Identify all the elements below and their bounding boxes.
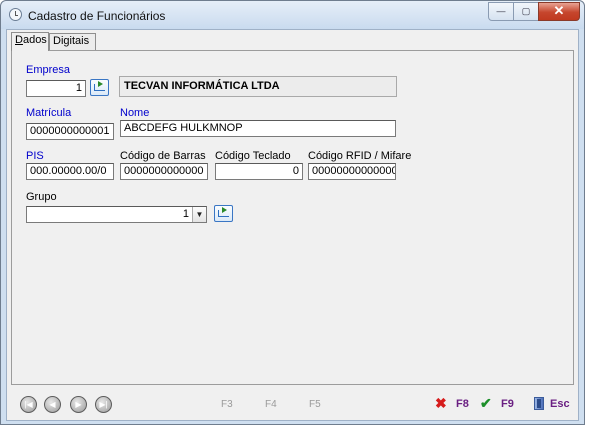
codigo-rfid-label: Código RFID / Mifare	[308, 150, 412, 162]
matricula-input[interactable]: 0000000000001	[26, 123, 114, 140]
nome-label: Nome	[120, 107, 150, 119]
tab-dados-accelerator: D	[15, 34, 23, 46]
clock-app-icon	[9, 8, 22, 21]
grupo-value: 1	[182, 208, 189, 220]
tab-digitais[interactable]: Digitais	[49, 33, 96, 50]
chevron-down-icon[interactable]: ▼	[192, 207, 206, 222]
window-title: Cadastro de Funcionários	[28, 9, 166, 23]
grupo-lookup-button[interactable]	[214, 205, 233, 222]
f5-key-label[interactable]: F5	[309, 399, 321, 410]
lookup-arrow-icon	[94, 81, 105, 91]
tab-dados[interactable]: Dados	[11, 32, 49, 51]
f4-key-label[interactable]: F4	[265, 399, 277, 410]
save-f9-button[interactable]: F9	[501, 398, 514, 410]
first-record-button[interactable]: |◀	[20, 396, 37, 413]
previous-record-button[interactable]: ◀	[44, 396, 61, 413]
pis-label: PIS	[26, 150, 44, 162]
next-record-button[interactable]: ▶	[70, 396, 87, 413]
client-area: Dados Digitais Empresa 1 TECVAN INFORMÁT…	[6, 29, 579, 421]
codigo-barras-label: Código de Barras	[120, 150, 206, 162]
codigo-barras-input[interactable]: 0000000000000	[120, 163, 208, 180]
footer-toolbar: |◀ ◀ ▶ ▶| F3 F4 F5 ✖ F8 ✔ F9 Esc	[7, 388, 578, 421]
empresa-lookup-button[interactable]	[90, 79, 109, 96]
matricula-label: Matrícula	[26, 107, 72, 119]
title-bar[interactable]: Cadastro de Funcionários — ▢ ✕	[1, 1, 584, 29]
main-window: Cadastro de Funcionários — ▢ ✕ Dados Dig…	[0, 0, 585, 425]
empresa-code-input[interactable]: 1	[26, 80, 86, 97]
grupo-select[interactable]: 1 ▼	[26, 206, 207, 223]
codigo-teclado-label: Código Teclado	[215, 150, 291, 162]
empresa-name-display: TECVAN INFORMÁTICA LTDA	[119, 76, 397, 97]
grupo-label: Grupo	[26, 191, 57, 203]
nome-input[interactable]: ABCDEFG HULKMNOP	[120, 120, 396, 137]
pis-input[interactable]: 000.00000.00/0	[26, 163, 114, 180]
exit-esc-button[interactable]: Esc	[550, 398, 570, 410]
cancel-icon[interactable]: ✖	[435, 395, 447, 412]
close-button[interactable]: ✕	[538, 2, 580, 21]
last-record-button[interactable]: ▶|	[95, 396, 112, 413]
dados-panel: Empresa 1 TECVAN INFORMÁTICA LTDA Matríc…	[11, 50, 574, 385]
minimize-button[interactable]: —	[488, 2, 514, 21]
f3-key-label[interactable]: F3	[221, 399, 233, 410]
lookup-arrow-icon	[218, 207, 229, 217]
empresa-label: Empresa	[26, 64, 71, 76]
codigo-rfid-input[interactable]: 000000000000000	[308, 163, 396, 180]
cancel-f8-button[interactable]: F8	[456, 398, 469, 410]
exit-door-icon[interactable]	[534, 397, 544, 410]
tab-dados-label: ados	[22, 34, 47, 46]
save-check-icon[interactable]: ✔	[480, 395, 492, 412]
maximize-button[interactable]: ▢	[513, 2, 539, 21]
codigo-teclado-input[interactable]: 0	[215, 163, 303, 180]
